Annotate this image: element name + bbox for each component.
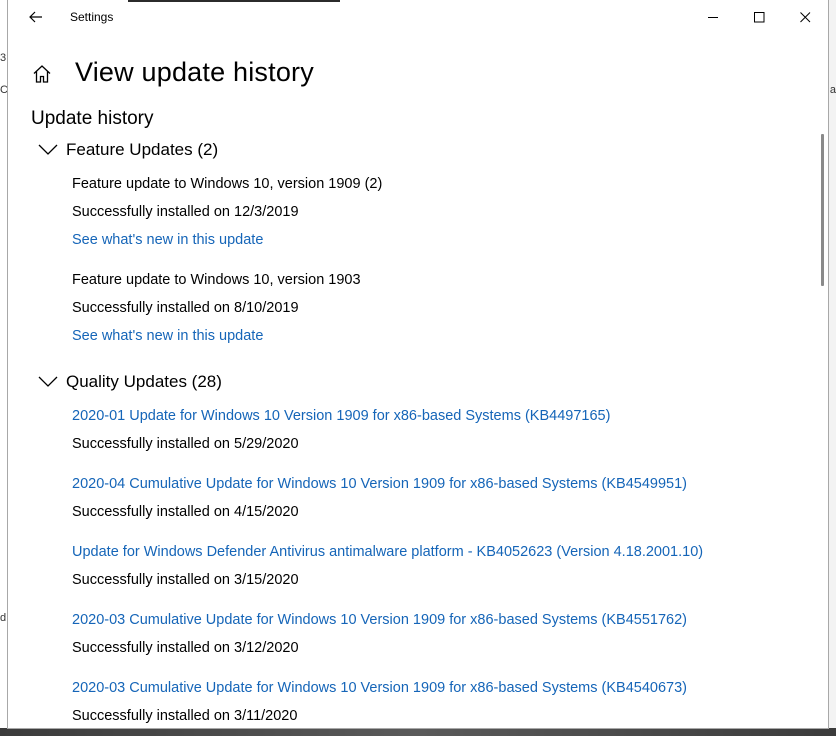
background-fragment: 3: [0, 52, 7, 64]
whats-new-link[interactable]: See what's new in this update: [72, 328, 263, 344]
background-fragment: d: [0, 612, 7, 624]
minimize-icon: [707, 16, 718, 18]
update-link[interactable]: 2020-01 Update for Windows 10 Version 19…: [72, 408, 610, 424]
update-status: Successfully installed on 12/3/2019: [72, 204, 299, 220]
update-title: Feature update to Windows 10, version 19…: [72, 272, 361, 288]
update-title: Feature update to Windows 10, version 19…: [72, 176, 383, 192]
minimize-button[interactable]: [690, 0, 736, 34]
background-fragment: a: [829, 84, 836, 96]
close-button[interactable]: [782, 0, 828, 34]
close-icon: [799, 11, 810, 22]
section-title: Update history: [31, 108, 154, 129]
update-link[interactable]: Update for Windows Defender Antivirus an…: [72, 544, 703, 560]
taskbar: [0, 728, 836, 736]
background-window-right: a: [828, 0, 836, 736]
back-button[interactable]: [16, 2, 56, 32]
page-title: View update history: [75, 57, 314, 87]
update-status: Successfully installed on 3/15/2020: [72, 572, 299, 588]
maximize-button[interactable]: [736, 0, 782, 34]
feature-updates-group-header[interactable]: Feature Updates (2): [38, 140, 218, 160]
window-edge: [128, 0, 340, 2]
update-link[interactable]: 2020-04 Cumulative Update for Windows 10…: [72, 476, 687, 492]
settings-window: Settings View update history Update hist…: [8, 0, 828, 728]
quality-updates-label: Quality Updates (28): [66, 372, 222, 391]
title-bar: Settings: [8, 0, 828, 34]
home-button[interactable]: [28, 60, 56, 88]
background-fragment: C: [0, 84, 8, 96]
update-status: Successfully installed on 3/11/2020: [72, 708, 298, 724]
whats-new-link[interactable]: See what's new in this update: [72, 232, 263, 248]
quality-updates-group-header[interactable]: Quality Updates (28): [38, 372, 222, 392]
home-icon: [33, 65, 51, 83]
chevron-down-icon: [38, 143, 58, 157]
scrollbar[interactable]: [821, 134, 824, 286]
update-status: Successfully installed on 4/15/2020: [72, 504, 299, 520]
update-status: Successfully installed on 8/10/2019: [72, 300, 299, 316]
update-link[interactable]: 2020-03 Cumulative Update for Windows 10…: [72, 680, 687, 696]
update-status: Successfully installed on 5/29/2020: [72, 436, 299, 452]
feature-updates-label: Feature Updates (2): [66, 140, 219, 159]
update-link[interactable]: 2020-03 Cumulative Update for Windows 10…: [72, 612, 687, 628]
maximize-icon: [753, 11, 764, 22]
update-history-content: Update history Feature Updates (2) Featu…: [8, 104, 820, 728]
update-status: Successfully installed on 3/12/2020: [72, 640, 299, 656]
background-window-left: 3 C d: [0, 0, 8, 736]
chevron-down-icon: [38, 375, 58, 389]
app-title: Settings: [70, 10, 114, 24]
back-arrow-icon: [29, 11, 42, 23]
